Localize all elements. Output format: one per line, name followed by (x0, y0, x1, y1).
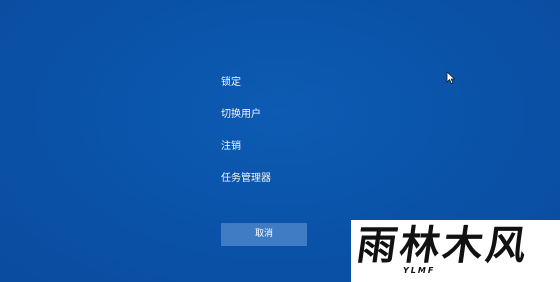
watermark-logo-text: 雨林木风 (353, 223, 533, 269)
lock-option[interactable]: 锁定 (221, 77, 241, 89)
watermark-logo: 雨林木风 YLMF (351, 220, 560, 282)
watermark-logo-subtext: YLMF (401, 266, 438, 276)
sign-out-option[interactable]: 注销 (221, 141, 241, 153)
switch-user-option[interactable]: 切换用户 (221, 109, 261, 121)
task-manager-option[interactable]: 任务管理器 (221, 173, 271, 185)
cancel-button[interactable]: 取消 (221, 223, 307, 246)
mouse-pointer-icon (446, 71, 455, 84)
